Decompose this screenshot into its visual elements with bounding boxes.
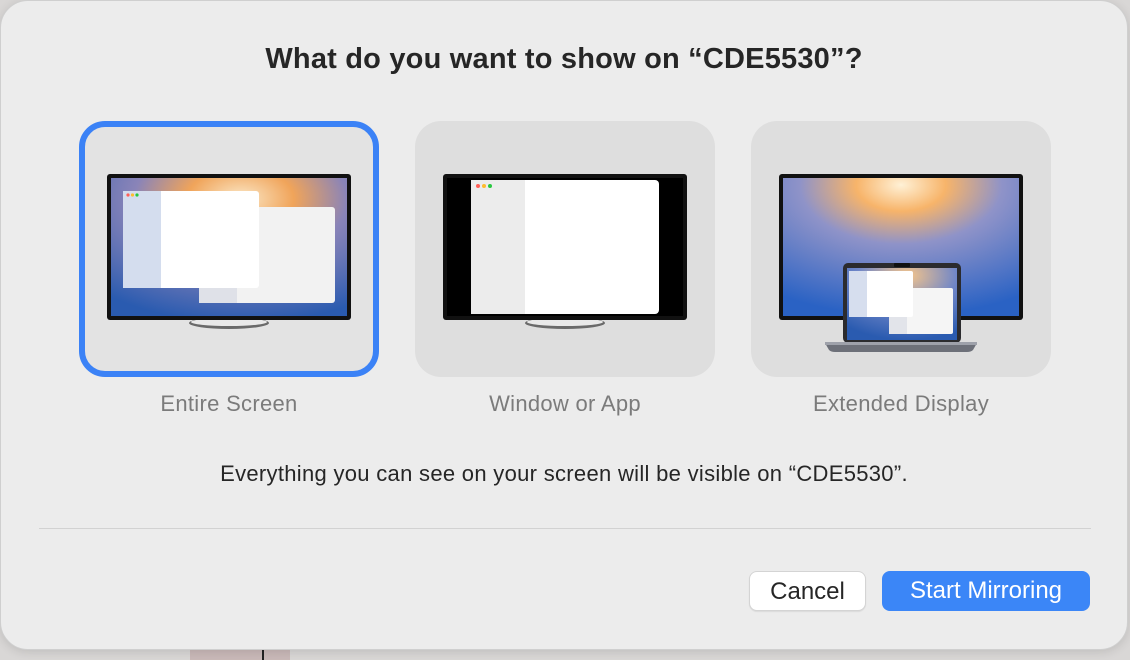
extended-display-illustration xyxy=(779,174,1023,352)
option-description: Everything you can see on your screen wi… xyxy=(220,461,908,486)
option-window-or-app[interactable] xyxy=(415,121,715,377)
option-label-window-or-app: Window or App xyxy=(489,391,641,416)
divider xyxy=(39,528,1091,529)
start-mirroring-button[interactable]: Start Mirroring xyxy=(882,571,1090,611)
entire-screen-illustration xyxy=(107,174,351,329)
option-extended-display[interactable] xyxy=(751,121,1051,377)
screen-mirroring-dialog: What do you want to show on “CDE5530”? E… xyxy=(0,0,1128,650)
text-cursor xyxy=(262,650,264,660)
option-entire-screen[interactable] xyxy=(79,121,379,377)
window-or-app-illustration xyxy=(443,174,687,329)
option-label-entire-screen: Entire Screen xyxy=(160,391,298,416)
option-label-extended-display: Extended Display xyxy=(812,391,989,416)
cancel-button[interactable]: Cancel xyxy=(749,571,866,611)
dialog-title: What do you want to show on “CDE5530”? xyxy=(265,43,863,75)
